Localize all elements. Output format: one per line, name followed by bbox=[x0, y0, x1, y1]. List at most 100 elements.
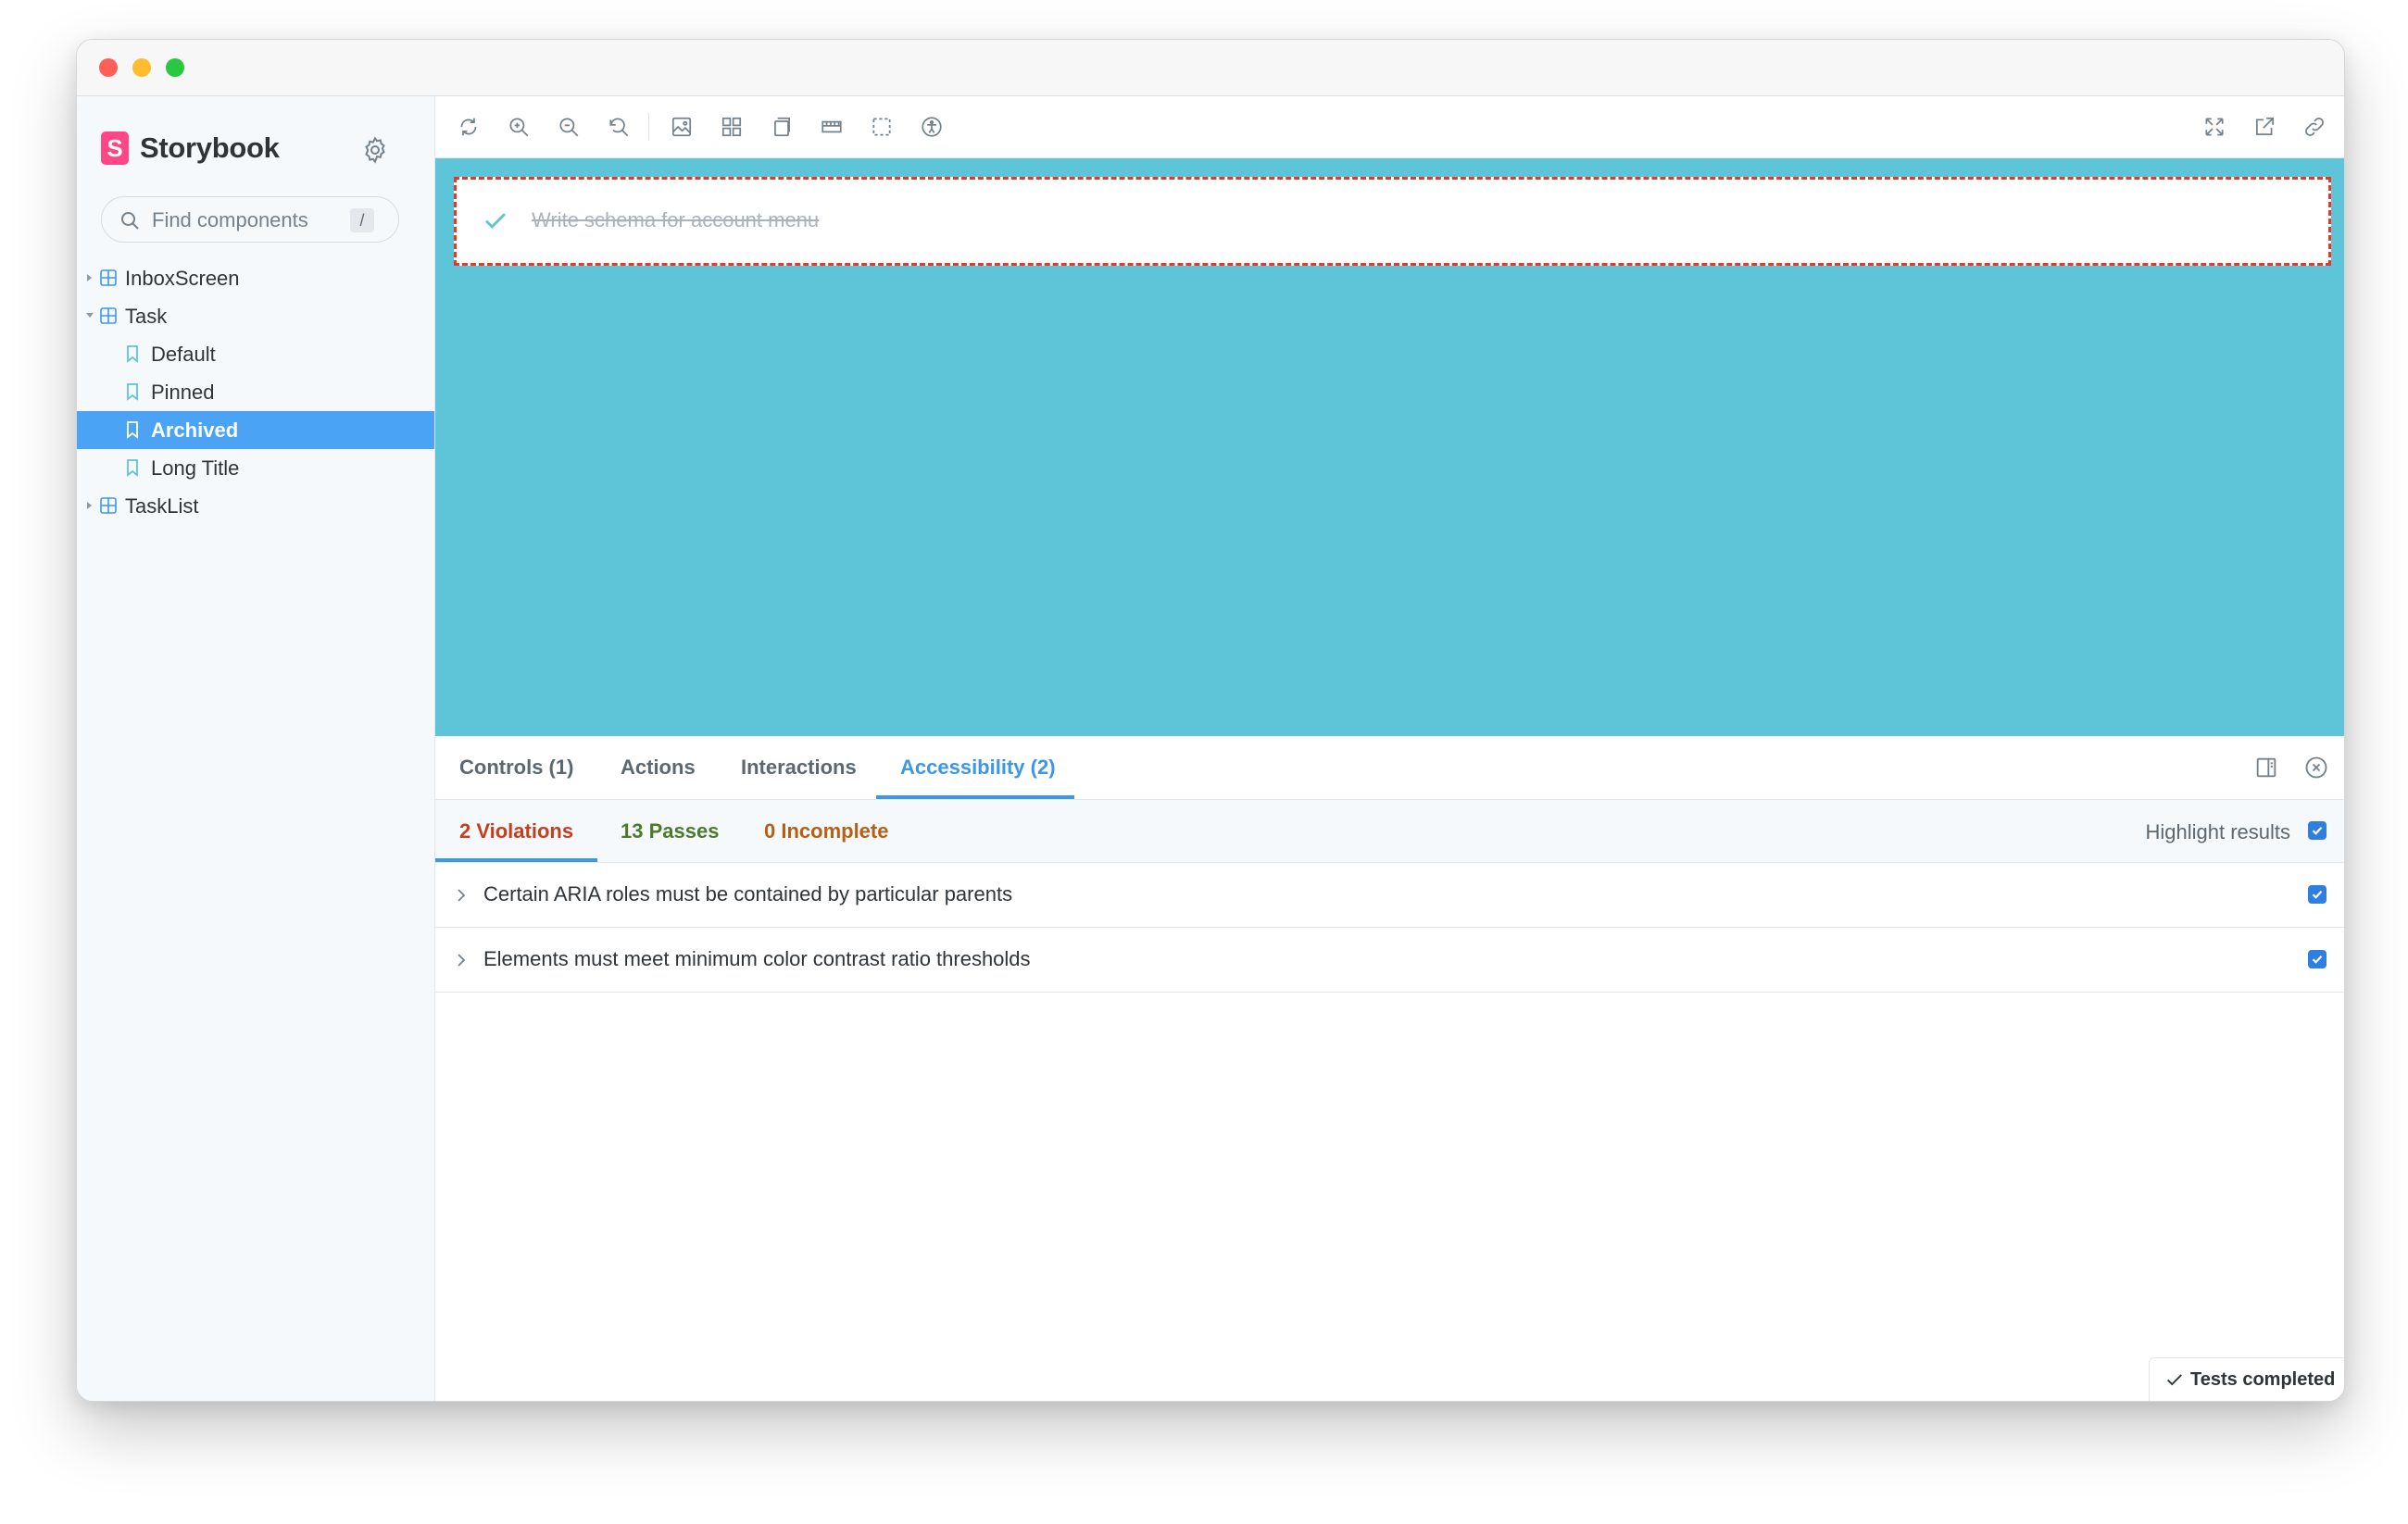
violation-text: Elements must meet minimum color contras… bbox=[483, 947, 1031, 970]
bookmark-icon bbox=[127, 459, 138, 477]
tree-item-label: TaskList bbox=[125, 493, 199, 518]
tree-item-label: Archived bbox=[151, 418, 239, 442]
ruler-button[interactable] bbox=[817, 112, 847, 142]
outline-button[interactable] bbox=[867, 112, 897, 142]
component-icon bbox=[100, 269, 117, 286]
search-input[interactable] bbox=[150, 205, 339, 236]
chevron-right-icon bbox=[458, 954, 466, 967]
background-button[interactable] bbox=[667, 112, 696, 142]
subtab-violations[interactable]: 2 Violations bbox=[459, 800, 573, 862]
subtab-incomplete[interactable]: 0 Incomplete bbox=[764, 800, 888, 862]
copy-link-button[interactable] bbox=[2300, 112, 2329, 142]
viewport-button[interactable] bbox=[767, 112, 796, 142]
component-tree: InboxScreen Task Default Pinned Archived bbox=[77, 259, 434, 525]
reload-button[interactable] bbox=[454, 112, 483, 142]
addon-panel: Controls (1) Actions Interactions Access… bbox=[435, 736, 2344, 1401]
reload-icon bbox=[460, 118, 477, 136]
accessibility-icon bbox=[922, 117, 942, 137]
ruler-icon bbox=[821, 120, 842, 133]
zoom-in-icon bbox=[509, 118, 529, 137]
caret-down-icon bbox=[86, 313, 94, 318]
tab-controls[interactable]: Controls (1) bbox=[459, 736, 573, 799]
check-icon bbox=[2167, 1374, 2182, 1386]
violation-row[interactable]: Certain ARIA roles must be contained by … bbox=[435, 863, 2344, 928]
zoom-reset-icon bbox=[609, 118, 629, 137]
window-titlebar bbox=[77, 40, 2344, 96]
check-icon bbox=[2312, 891, 2323, 899]
fullscreen-button[interactable] bbox=[2200, 112, 2229, 142]
brand-name: Storybook bbox=[140, 131, 280, 164]
chevron-right-icon bbox=[458, 889, 466, 902]
open-new-tab-icon bbox=[2256, 117, 2275, 135]
search-shortcut-key: / bbox=[350, 208, 374, 232]
storybook-logo-icon: S bbox=[101, 131, 129, 165]
highlight-results-label: Highlight results bbox=[2145, 820, 2290, 843]
link-icon bbox=[2305, 118, 2324, 136]
tab-actions[interactable]: Actions bbox=[621, 736, 696, 799]
addon-tabs: Controls (1) Actions Interactions Access… bbox=[435, 736, 2344, 800]
subtab-passes[interactable]: 13 Passes bbox=[621, 800, 719, 862]
accessibility-button[interactable] bbox=[917, 112, 947, 142]
brand[interactable]: S Storybook bbox=[101, 130, 280, 167]
toolbar-divider bbox=[648, 113, 649, 141]
zoom-in-button[interactable] bbox=[504, 112, 533, 142]
caret-right-icon bbox=[87, 502, 92, 509]
outline-icon bbox=[872, 118, 891, 136]
fullscreen-icon bbox=[2205, 118, 2224, 136]
zoom-window-button[interactable] bbox=[166, 58, 184, 77]
caret-right-icon bbox=[87, 274, 92, 281]
preview-toolbar bbox=[435, 96, 2344, 158]
search-icon bbox=[121, 212, 139, 230]
tree-item-label: Default bbox=[151, 342, 216, 366]
checkmark-icon[interactable] bbox=[482, 206, 509, 234]
a11y-subtabs: 2 Violations 13 Passes 0 Incomplete High… bbox=[435, 800, 2344, 863]
preview-canvas: Write schema for account menu bbox=[435, 158, 2344, 736]
main-area: Write schema for account menu Controls (… bbox=[435, 96, 2344, 1401]
gear-icon bbox=[365, 136, 385, 164]
tree-item-inboxscreen[interactable]: InboxScreen bbox=[77, 259, 434, 297]
task-title: Write schema for account menu bbox=[532, 208, 820, 231]
settings-button[interactable] bbox=[360, 135, 390, 165]
tab-interactions[interactable]: Interactions bbox=[741, 736, 857, 799]
grid-icon bbox=[721, 117, 742, 137]
component-icon bbox=[100, 307, 117, 324]
tree-item-pinned[interactable]: Pinned bbox=[77, 373, 434, 411]
zoom-out-button[interactable] bbox=[554, 112, 583, 142]
violation-highlight-checkbox[interactable] bbox=[2308, 950, 2326, 968]
bookmark-icon bbox=[127, 421, 138, 439]
grid-button[interactable] bbox=[717, 112, 746, 142]
zoom-out-icon bbox=[559, 118, 579, 137]
sidebar-layout-icon bbox=[2256, 757, 2276, 778]
tree-item-tasklist[interactable]: TaskList bbox=[77, 487, 434, 525]
close-panel-button[interactable] bbox=[2303, 755, 2329, 781]
open-new-tab-button[interactable] bbox=[2250, 112, 2279, 142]
close-window-button[interactable] bbox=[99, 58, 118, 77]
check-icon bbox=[2312, 827, 2323, 835]
highlight-results-checkbox[interactable] bbox=[2308, 821, 2326, 840]
tab-accessibility[interactable]: Accessibility (2) bbox=[900, 736, 1056, 799]
sidebar: S Storybook / InboxScreen bbox=[77, 96, 435, 1401]
check-icon bbox=[2312, 956, 2323, 964]
zoom-reset-button[interactable] bbox=[604, 112, 633, 142]
tree-item-task[interactable]: Task bbox=[77, 297, 434, 335]
background-icon bbox=[671, 117, 692, 137]
bookmark-icon bbox=[127, 345, 138, 363]
violation-row[interactable]: Elements must meet minimum color contras… bbox=[435, 928, 2344, 993]
tree-item-archived[interactable]: Archived bbox=[77, 411, 434, 449]
storybook-window: S Storybook / InboxScreen bbox=[76, 39, 2345, 1402]
active-subtab-indicator bbox=[435, 858, 597, 862]
panel-orientation-button[interactable] bbox=[2253, 755, 2279, 781]
viewport-icon bbox=[774, 117, 790, 137]
violation-highlight-checkbox[interactable] bbox=[2308, 885, 2326, 904]
tree-item-default[interactable]: Default bbox=[77, 335, 434, 373]
tree-item-label: Long Title bbox=[151, 456, 240, 480]
status-badge: Tests completed bbox=[2149, 1357, 2344, 1401]
close-circle-icon bbox=[2305, 756, 2327, 779]
violation-text: Certain ARIA roles must be contained by … bbox=[483, 882, 1013, 906]
task-item[interactable]: Write schema for account menu bbox=[454, 177, 2331, 266]
tree-item-label: Pinned bbox=[151, 380, 215, 404]
tree-item-label: Task bbox=[125, 304, 168, 328]
search-box[interactable]: / bbox=[101, 196, 399, 243]
tree-item-long-title[interactable]: Long Title bbox=[77, 449, 434, 487]
minimize-window-button[interactable] bbox=[132, 58, 151, 77]
